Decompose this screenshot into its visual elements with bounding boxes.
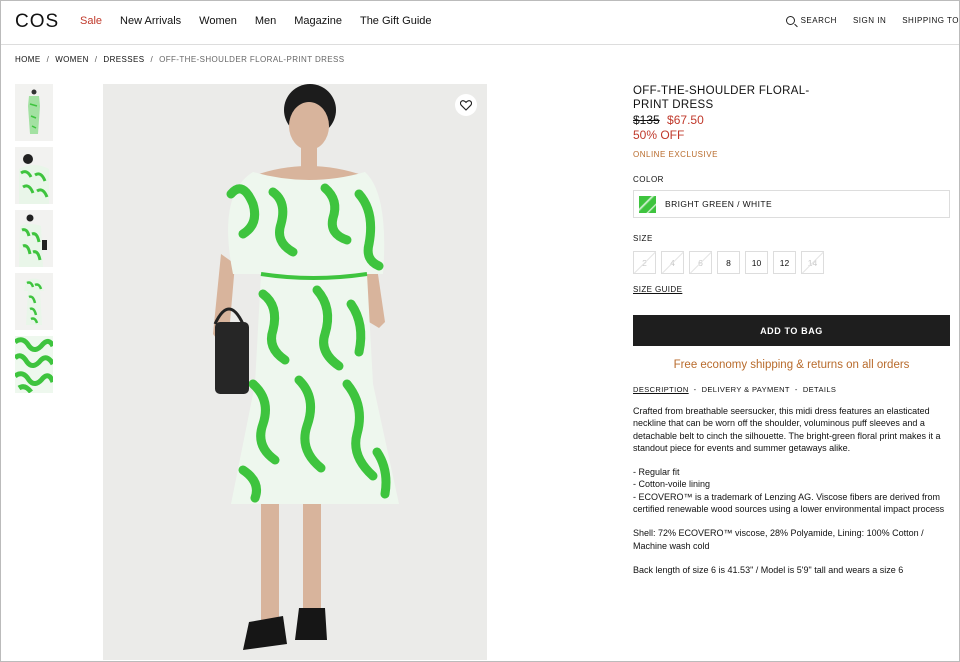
tab-separator: - [794, 385, 798, 394]
heart-icon [460, 99, 472, 111]
breadcrumb-home[interactable]: HOME [15, 55, 41, 64]
thumbnail-4[interactable] [15, 273, 53, 330]
info-tabs: DESCRIPTION - DELIVERY & PAYMENT - DETAI… [633, 385, 950, 394]
thumbnail-gallery [15, 84, 53, 399]
fit-note: Back length of size 6 is 41.53" / Model … [633, 564, 904, 575]
breadcrumb: HOME / WOMEN / DRESSES / OFF-THE-SHOULDE… [15, 55, 345, 64]
tab-details[interactable]: DETAILS [803, 385, 837, 394]
size-option-unavailable[interactable]: 4 [661, 251, 684, 274]
size-guide-link[interactable]: SIZE GUIDE [633, 285, 682, 294]
original-price: $135 [633, 113, 660, 127]
size-label: SIZE [633, 234, 653, 243]
color-label: COLOR [633, 175, 664, 184]
shipping-to-link[interactable]: SHIPPING TO [902, 16, 959, 25]
sign-in-link[interactable]: SIGN IN [853, 16, 886, 25]
thumbnail-2[interactable] [15, 147, 53, 204]
nav-magazine[interactable]: Magazine [294, 15, 342, 27]
composition-text: Shell: 72% ECOVERO™ viscose, 28% Polyami… [633, 528, 924, 551]
tab-delivery-payment[interactable]: DELIVERY & PAYMENT [702, 385, 790, 394]
color-value: BRIGHT GREEN / WHITE [665, 199, 773, 209]
size-option-unavailable[interactable]: 2 [633, 251, 656, 274]
nav-women[interactable]: Women [199, 15, 237, 27]
product-main-image[interactable] [103, 84, 487, 660]
search-icon [785, 16, 795, 25]
search-button[interactable]: SEARCH [785, 16, 837, 25]
breadcrumb-current: OFF-THE-SHOULDER FLORAL-PRINT DRESS [159, 55, 345, 64]
thumbnail-3[interactable] [15, 210, 53, 267]
discount-label: 50% OFF [633, 128, 685, 142]
nav-sale[interactable]: Sale [80, 15, 102, 27]
sale-price: $67.50 [667, 113, 704, 127]
thumbnail-5[interactable] [15, 336, 53, 393]
breadcrumb-separator: / [94, 55, 98, 64]
size-option[interactable]: 8 [717, 251, 740, 274]
size-option-unavailable[interactable]: 14 [801, 251, 824, 274]
nav-men[interactable]: Men [255, 15, 276, 27]
feature-item: - Cotton-voile lining [633, 479, 711, 490]
color-selector[interactable]: BRIGHT GREEN / WHITE [633, 190, 950, 218]
nav-new-arrivals[interactable]: New Arrivals [120, 15, 181, 27]
breadcrumb-separator: / [150, 55, 154, 64]
search-label: SEARCH [800, 16, 837, 25]
size-selector: 2 4 6 8 10 12 14 [633, 251, 950, 274]
wishlist-button[interactable] [455, 94, 477, 116]
description-text: Crafted from breathable seersucker, this… [633, 406, 941, 453]
feature-list: - Regular fit - Cotton-voile lining - EC… [633, 466, 950, 515]
add-to-bag-button[interactable]: ADD TO BAG [633, 315, 950, 346]
description-panel: Crafted from breathable seersucker, this… [633, 405, 950, 576]
model-illustration [103, 84, 487, 660]
online-exclusive-badge: ONLINE EXCLUSIVE [633, 150, 718, 159]
breadcrumb-women[interactable]: WOMEN [55, 55, 89, 64]
size-option-unavailable[interactable]: 6 [689, 251, 712, 274]
site-header: COS Sale New Arrivals Women Men Magazine… [1, 1, 959, 45]
shipping-note: Free economy shipping & returns on all o… [673, 359, 910, 371]
thumbnail-1[interactable] [15, 84, 53, 141]
tab-description[interactable]: DESCRIPTION [633, 385, 689, 394]
feature-item: - ECOVERO™ is a trademark of Lenzing AG.… [633, 491, 945, 515]
product-details: OFF-THE-SHOULDER FLORAL-PRINT DRESS $135… [633, 84, 950, 588]
breadcrumb-dresses[interactable]: DRESSES [103, 55, 144, 64]
cos-logo[interactable]: COS [15, 11, 59, 33]
feature-item: - Regular fit [633, 467, 680, 478]
nav-gift-guide[interactable]: The Gift Guide [360, 15, 432, 27]
size-option[interactable]: 12 [773, 251, 796, 274]
breadcrumb-separator: / [46, 55, 50, 64]
product-title: OFF-THE-SHOULDER FLORAL-PRINT DRESS [633, 85, 810, 111]
tab-separator: - [693, 385, 697, 394]
main-nav: Sale New Arrivals Women Men Magazine The… [80, 15, 450, 27]
price-row: $135 $67.50 [633, 113, 950, 127]
color-swatch [639, 195, 656, 213]
size-option[interactable]: 10 [745, 251, 768, 274]
utility-nav: SEARCH SIGN IN SHIPPING TO [770, 16, 959, 25]
